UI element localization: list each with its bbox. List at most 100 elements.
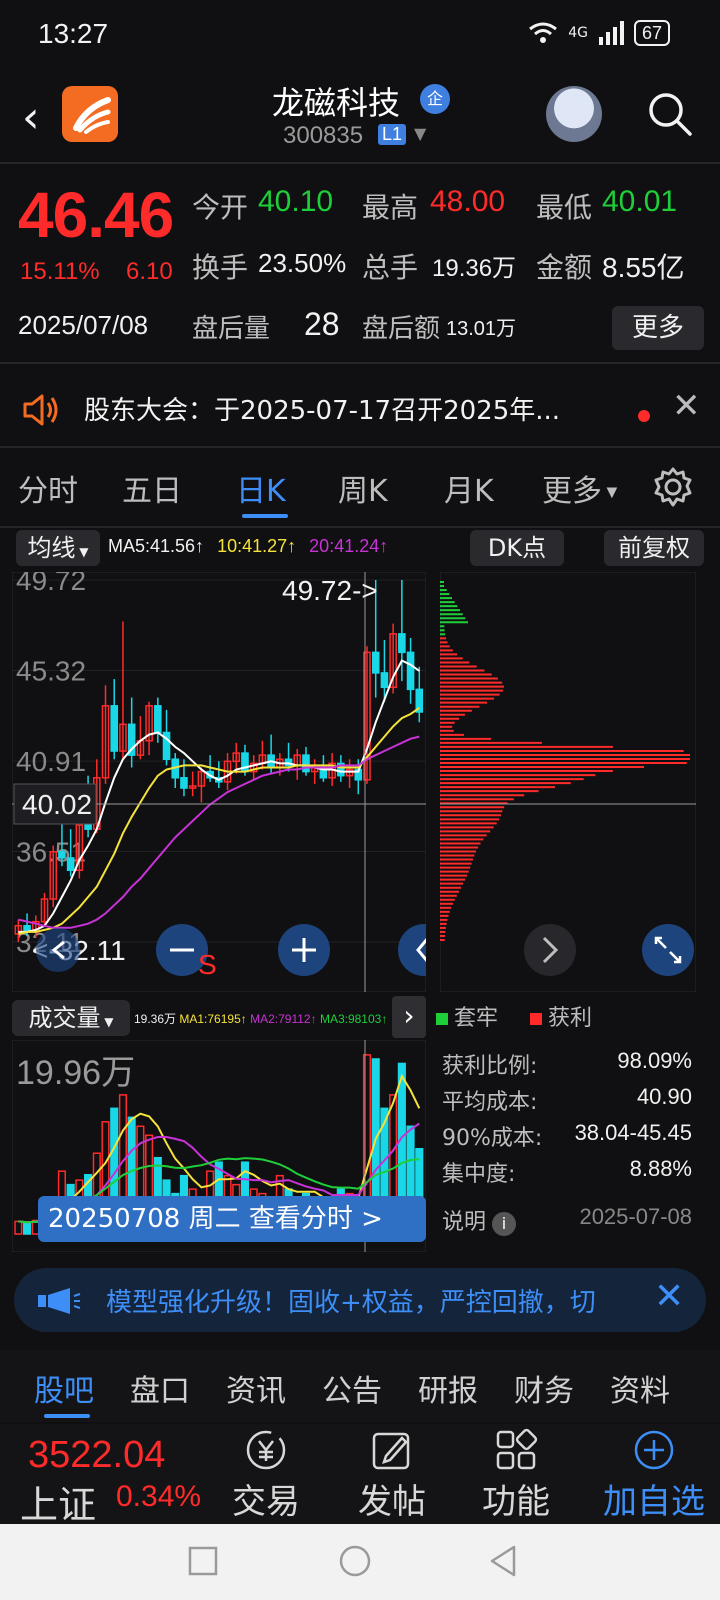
tab-weekly-k[interactable]: 周K — [338, 466, 388, 510]
tab-announcements[interactable]: 公告 — [322, 1366, 382, 1410]
kline-chart[interactable]: 49.7245.3240.9136.5132.11 40.02 49.72-> … — [12, 572, 426, 992]
candle-body — [110, 705, 119, 752]
tab-five-day[interactable]: 五日 — [122, 466, 182, 510]
dk-label: DK点 — [487, 534, 547, 562]
active-tab-indicator — [242, 514, 288, 518]
open-label: 今开 — [192, 191, 249, 224]
ma-dropdown[interactable]: 均线 ▼ — [16, 530, 100, 566]
stock-header: ‹ 龙磁科技 企 300835 L1 ▼ — [0, 72, 720, 164]
ma-label: 均线 — [27, 534, 76, 562]
tab-news[interactable]: 资讯 — [226, 1366, 286, 1410]
chevron-right-icon[interactable]: › — [392, 996, 426, 1038]
max-price-label: 49.72-> — [282, 575, 378, 606]
scroll-left-icon[interactable] — [36, 928, 80, 972]
fullscreen-icon[interactable] — [642, 924, 694, 976]
stat-label: 90%成本: — [442, 1126, 543, 1151]
chevron-down-icon[interactable]: ▼ — [414, 124, 426, 143]
adjust-button[interactable]: 前复权 — [604, 530, 704, 566]
candle-body — [302, 754, 310, 773]
tab-daily-k[interactable]: 日K — [236, 466, 286, 510]
tab-monthly-k[interactable]: 月K — [444, 466, 494, 510]
stat-label: 集中度: — [442, 1162, 516, 1187]
low-value: 40.01 — [602, 185, 678, 218]
open-value: 40.10 — [258, 185, 334, 218]
notice-bar[interactable]: 股东大会：于2025-07-17召开2025年... ✕ — [0, 376, 720, 446]
more-button[interactable]: 更多 — [612, 306, 704, 350]
content-tabs: 股吧 盘口 资讯 公告 研报 财务 资料 — [0, 1350, 720, 1422]
chevron-left-icon[interactable]: ‹ — [22, 92, 40, 143]
after-amount-value: 13.01万 — [446, 318, 517, 340]
close-icon[interactable]: ✕ — [672, 386, 701, 426]
candle-body — [180, 777, 188, 789]
grid-icon — [496, 1428, 538, 1470]
volume-dropdown[interactable]: 成交量 ▼ — [12, 1000, 130, 1036]
dk-point-button[interactable]: DK点 — [470, 530, 564, 566]
info-icon[interactable]: i — [492, 1212, 517, 1236]
divider — [0, 526, 720, 528]
stat-note-row[interactable]: 说明 i 2025-07-08 — [442, 1204, 692, 1236]
vol-ma3: MA3:98103↑ — [319, 1012, 388, 1026]
trapped-swatch — [436, 1013, 448, 1025]
view-timeshare-tooltip[interactable]: 20250708 周二 查看分时 > — [38, 1196, 426, 1242]
stat-value: 38.04-45.45 — [574, 1120, 692, 1145]
promo-text-clip: 模型强化升级！固收+权益，严控回撤，切 — [106, 1268, 640, 1332]
zoom-in-button[interactable] — [278, 924, 330, 976]
vol-ma2: MA2:79112↑ — [250, 1012, 317, 1026]
add-circle-icon — [634, 1430, 674, 1470]
settings-gear-icon[interactable] — [652, 466, 694, 508]
caret-down-icon: ▼ — [100, 1015, 114, 1029]
ma20-value: 20:41.24↑ — [309, 536, 389, 556]
tab-profile[interactable]: 资料 — [610, 1366, 670, 1410]
add-watchlist-label: 加自选 — [603, 1482, 705, 1522]
functions-button[interactable]: 功能 — [456, 1424, 576, 1524]
close-icon[interactable]: ✕ — [654, 1276, 684, 1317]
status-bar: 13:27 4G 67 — [0, 0, 720, 72]
after-amount-label: 盘后额 — [362, 314, 441, 344]
back-triangle-icon[interactable] — [488, 1544, 518, 1578]
pan-right-button[interactable] — [524, 924, 576, 976]
add-watchlist-button[interactable]: 加自选 — [588, 1424, 720, 1524]
y-axis-label: 49.72 — [16, 572, 86, 596]
chip-distribution-chart[interactable] — [440, 572, 696, 992]
home-circle-icon[interactable] — [338, 1544, 372, 1578]
recents-square-icon[interactable] — [188, 1546, 218, 1576]
bottom-bar: 3522.04 上证 0.34% 交易 发帖 功能 加自选 — [0, 1424, 720, 1527]
volume-current: 19.36万 — [134, 1012, 177, 1026]
stat-row: 90%成本: 38.04-45.45 — [442, 1120, 692, 1152]
profit-swatch — [530, 1013, 542, 1025]
caret-down-icon: ▼ — [75, 545, 89, 559]
post-button[interactable]: 发帖 — [332, 1424, 452, 1524]
active-tab-indicator — [44, 1414, 90, 1418]
stat-label: 平均成本: — [442, 1090, 538, 1115]
trade-button[interactable]: 交易 — [206, 1424, 326, 1524]
tab-financials[interactable]: 财务 — [514, 1366, 574, 1410]
candle-body — [371, 651, 380, 674]
after-volume-value: 28 — [304, 306, 340, 342]
vol-ma1: MA1:76195↑ — [179, 1012, 247, 1026]
stat-row: 集中度: 8.88% — [442, 1156, 692, 1188]
ma5-value: MA5:41.56↑ — [108, 536, 205, 556]
promo-banner[interactable]: 模型强化升级！固收+权益，严控回撤，切 ✕ — [14, 1268, 706, 1332]
index-name: 上证 — [20, 1483, 97, 1527]
candle-body — [154, 705, 162, 734]
level-badge[interactable]: L1 — [378, 124, 407, 145]
candle-body — [398, 633, 406, 654]
tab-more-label: 更多 — [542, 474, 602, 509]
assistant-robot-icon[interactable] — [546, 86, 602, 142]
notice-text: 股东大会：于2025-07-17召开2025年... — [84, 396, 561, 426]
search-icon[interactable] — [646, 90, 694, 138]
amount-label: 金额 — [536, 251, 593, 284]
y-axis-label: 45.32 — [16, 655, 86, 686]
stat-value: 98.09% — [617, 1048, 692, 1073]
tab-forum[interactable]: 股吧 — [34, 1366, 94, 1410]
tab-timeshare[interactable]: 分时 — [18, 466, 78, 510]
tab-research[interactable]: 研报 — [418, 1366, 478, 1410]
tab-more[interactable]: 更多 ▼ — [542, 466, 617, 510]
change-percent: 15.11% — [20, 258, 100, 285]
tab-order-book[interactable]: 盘口 — [130, 1366, 190, 1410]
candle-body — [406, 651, 415, 691]
signal-icon — [598, 21, 624, 45]
profit-label: 获利 — [548, 1006, 593, 1031]
after-volume-label: 盘后量 — [192, 314, 271, 344]
pan-left-button[interactable] — [398, 924, 426, 976]
